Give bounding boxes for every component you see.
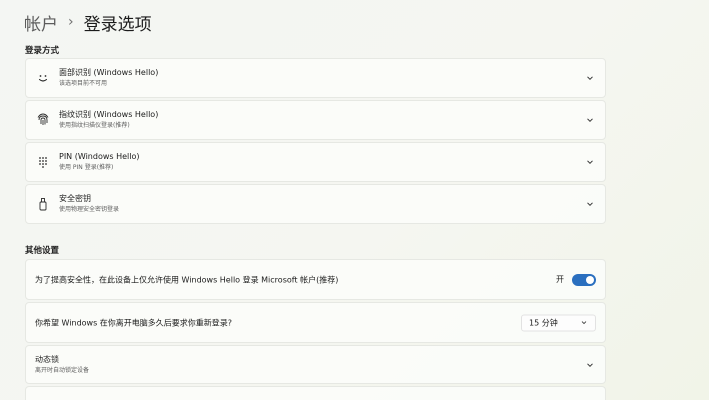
hello-only-toggle[interactable] xyxy=(572,273,596,286)
face-recognition-card[interactable]: 面部识别 (Windows Hello) 该选项目前不可用 xyxy=(25,58,606,98)
hello-only-setting-card: 为了提高安全性，在此设备上仅允许使用 Windows Hello 登录 Micr… xyxy=(25,259,606,300)
face-icon xyxy=(38,75,48,82)
toggle-knob xyxy=(586,275,594,284)
breadcrumb: 帐户 › 登录选项 xyxy=(24,8,152,36)
section-title-other-settings: 其他设置 xyxy=(25,246,60,256)
away-time-dropdown[interactable]: 15 分钟 xyxy=(521,314,596,331)
dynamic-lock-card[interactable]: 动态锁 离开时自动锁定设备 xyxy=(25,345,606,384)
method-subtitle: 该选项目前不可用 xyxy=(59,80,108,87)
method-title: PIN (Windows Hello) xyxy=(59,152,140,161)
method-subtitle: 使用 PIN 登录(推荐) xyxy=(59,164,114,171)
chevron-down-icon[interactable] xyxy=(585,115,595,125)
security-key-card[interactable]: 安全密钥 使用物理安全密钥登录 xyxy=(25,184,606,224)
toggle-state-label: 开 xyxy=(556,275,564,284)
security-key-icon xyxy=(39,198,47,211)
chevron-down-icon xyxy=(581,321,587,325)
chevron-down-icon[interactable] xyxy=(585,73,595,83)
pin-keypad-icon xyxy=(39,157,47,168)
fingerprint-icon xyxy=(37,113,49,125)
breadcrumb-parent[interactable]: 帐户 xyxy=(24,10,58,35)
pin-card[interactable]: PIN (Windows Hello) 使用 PIN 登录(推荐) xyxy=(25,142,606,182)
method-title: 安全密钥 xyxy=(59,194,91,203)
method-subtitle: 使用物理安全密钥登录 xyxy=(59,206,120,213)
method-subtitle: 使用指纹扫描仪登录(推荐) xyxy=(59,122,130,129)
away-time-selected-value: 15 分钟 xyxy=(529,318,558,327)
breadcrumb-separator: › xyxy=(68,14,74,30)
section-title-sign-in-methods: 登录方式 xyxy=(25,46,60,56)
dynamic-lock-subtitle: 离开时自动锁定设备 xyxy=(35,366,90,374)
chevron-down-icon[interactable] xyxy=(585,199,595,209)
fingerprint-card[interactable]: 指纹识别 (Windows Hello) 使用指纹扫描仪登录(推荐) xyxy=(25,100,606,140)
hello-only-label: 为了提高安全性，在此设备上仅允许使用 Windows Hello 登录 Micr… xyxy=(35,275,339,284)
method-title: 指纹识别 (Windows Hello) xyxy=(59,110,159,119)
away-time-label: 你希望 Windows 在你离开电脑多久后要求你重新登录? xyxy=(35,318,233,327)
chevron-down-icon[interactable] xyxy=(585,157,595,167)
method-title: 面部识别 (Windows Hello) xyxy=(59,68,159,77)
dynamic-lock-title: 动态锁 xyxy=(35,354,59,364)
chevron-down-icon[interactable] xyxy=(585,360,595,370)
next-setting-card[interactable] xyxy=(25,386,606,400)
page-title: 登录选项 xyxy=(83,14,152,35)
away-time-setting-card: 你希望 Windows 在你离开电脑多久后要求你重新登录? 15 分钟 xyxy=(25,302,606,343)
